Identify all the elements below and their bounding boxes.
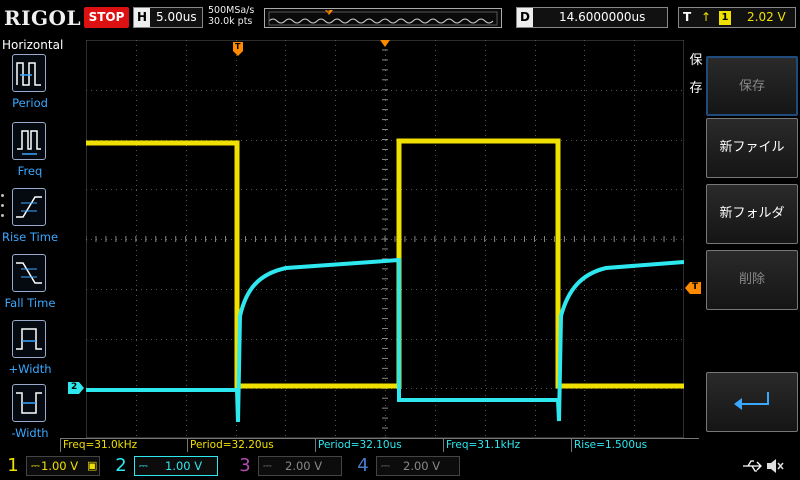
measure-freq-button[interactable]: Freq	[0, 122, 60, 184]
channel-3-scale: 2.00 V	[285, 459, 323, 473]
horizontal-timebase[interactable]: H 5.00us	[133, 7, 203, 28]
trigger-position-marker-label: T	[235, 42, 241, 51]
measurement-item[interactable]: Freq=31.0kHz	[60, 438, 187, 452]
measurement-item[interactable]: Period=32.20us	[187, 438, 315, 452]
period-icon	[12, 54, 46, 92]
dc-coupling-icon: ⎓	[263, 459, 272, 472]
trigger-position-marker[interactable]: T	[233, 42, 243, 56]
channel-4-number: 4	[357, 455, 369, 476]
usb-icon	[742, 459, 762, 476]
positive-width-icon	[12, 320, 46, 358]
menu-side-label-1: 保	[689, 53, 703, 68]
horizontal-delay[interactable]: D 14.6000000us	[516, 7, 668, 28]
brand-logo: RIGOL	[4, 6, 82, 30]
positive-width-label: +Width	[8, 362, 52, 376]
trigger-source: 1	[719, 11, 731, 25]
rise-time-icon	[12, 188, 46, 226]
negative-width-label: -Width	[11, 426, 49, 440]
return-button[interactable]	[706, 372, 798, 432]
rising-edge-icon: ↑	[701, 10, 712, 24]
center-marker	[380, 37, 390, 50]
new-file-button[interactable]: 新ファイル	[706, 118, 798, 178]
menu-side-label-2: 存	[689, 81, 703, 96]
channel-2-number: 2	[115, 455, 127, 476]
channel-4-scale: 2.00 V	[403, 459, 441, 473]
rise-time-label: Rise Time	[1, 230, 59, 244]
horizontal-measure-menu: Horizontal Period Freq Rise Time Fall Ti…	[0, 36, 64, 450]
menu-title: Horizontal	[2, 38, 64, 52]
measure-fall-time-button[interactable]: Fall Time	[0, 254, 60, 316]
ch2-offset-marker[interactable]: 2	[68, 382, 84, 394]
measurement-item[interactable]: Period=32.10us	[315, 438, 443, 452]
save-button[interactable]: 保存	[706, 56, 798, 116]
dc-coupling-icon: ⎓	[381, 459, 390, 472]
dc-coupling-icon: ⎓	[139, 459, 148, 472]
waveform-canvas	[86, 40, 684, 438]
delay-value: 14.6000000us	[559, 10, 646, 24]
horizontal-label: H	[134, 8, 150, 27]
trigger-level: 2.02 V	[747, 10, 786, 24]
channel-1-number: 1	[7, 455, 19, 476]
channel-1-scale: 1.00 V	[41, 459, 79, 473]
fall-time-icon	[12, 254, 46, 292]
period-label: Period	[12, 96, 48, 110]
sample-rate: 500MSa/s	[208, 5, 255, 16]
freq-icon	[12, 122, 46, 160]
measure-period-button[interactable]: Period	[0, 54, 60, 116]
measurement-item[interactable]: Rise=1.500us	[571, 438, 699, 452]
acquisition-info: 500MSa/s 30.0k pts	[208, 5, 254, 27]
measure-negative-width-button[interactable]: -Width	[0, 384, 60, 446]
memory-depth: 30.0k pts	[208, 16, 253, 27]
measurement-item[interactable]: Freq=31.1kHz	[443, 438, 571, 452]
speaker-mute-icon[interactable]	[765, 458, 785, 477]
dc-coupling-icon: ⎓	[31, 459, 40, 472]
channel-status-bar: 1 ⎓ 1.00 V ▣ 2 ⎓ 1.00 V 3 ⎓ 2.00 V 4 ⎓ 2…	[0, 452, 800, 480]
delete-button[interactable]: 削除	[706, 250, 798, 310]
memory-overview-bar[interactable]: T	[264, 8, 502, 28]
freq-label: Freq	[17, 164, 43, 178]
timebase-value: 5.00us	[156, 10, 197, 24]
bandwidth-limit-icon: ▣	[87, 459, 98, 472]
return-arrow-icon	[734, 392, 769, 410]
save-softkey-menu: 保 存 保存 新ファイル 新フォルダ 削除	[686, 36, 800, 450]
channel-2-scale: 1.00 V	[165, 459, 203, 473]
fall-time-label: Fall Time	[4, 296, 56, 310]
measure-positive-width-button[interactable]: +Width	[0, 320, 60, 382]
measurement-bar: Freq=31.0kHz Period=32.20us Period=32.10…	[60, 438, 700, 452]
trigger-label: T	[683, 10, 692, 24]
run-stop-status[interactable]: STOP	[84, 7, 129, 28]
top-status-bar: RIGOL STOP H 5.00us 500MSa/s 30.0k pts T…	[0, 0, 800, 36]
new-folder-button[interactable]: 新フォルダ	[706, 184, 798, 244]
memory-waveform-preview: T	[268, 10, 498, 26]
waveform-display[interactable]	[86, 40, 684, 438]
measure-rise-time-button[interactable]: Rise Time	[0, 188, 60, 250]
trigger-settings[interactable]: T ↑ 1 2.02 V	[678, 7, 796, 28]
ch2-offset-marker-label: 2	[71, 382, 78, 392]
channel-3-number: 3	[239, 455, 251, 476]
negative-width-icon	[12, 384, 46, 422]
delay-label: D	[517, 8, 533, 27]
